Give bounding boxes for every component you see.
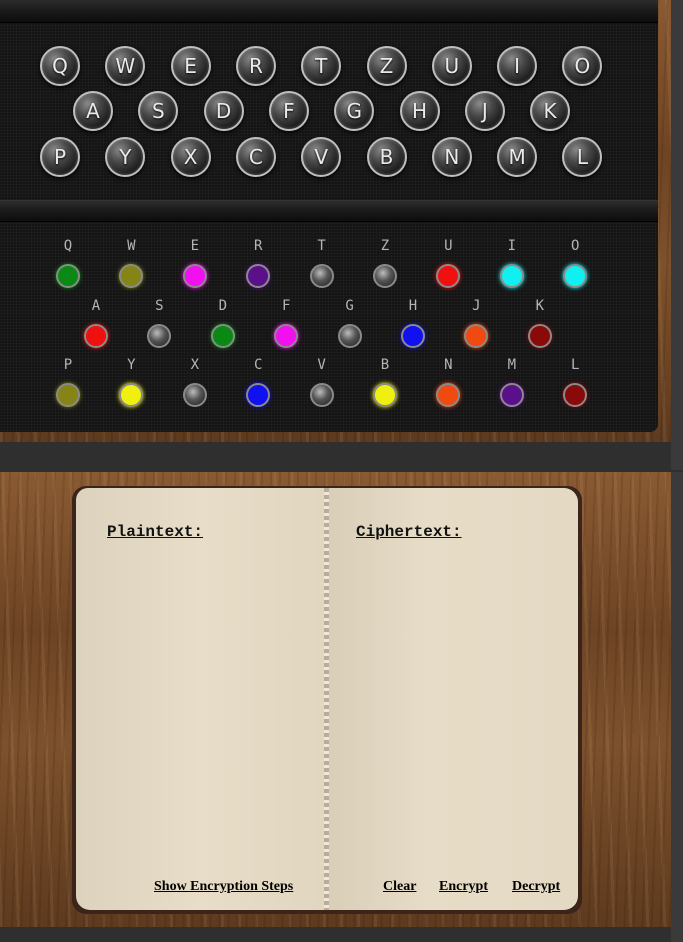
- key-b[interactable]: B: [366, 137, 407, 177]
- lamp-label-w: W: [127, 238, 136, 254]
- machine-side-bar: [671, 0, 683, 470]
- key-c[interactable]: C: [235, 137, 276, 177]
- lamp-label-b: B: [380, 357, 390, 373]
- middle-rail: [0, 200, 658, 222]
- lamp-h: [401, 324, 425, 348]
- lamp-s: [147, 324, 172, 348]
- key-p[interactable]: P: [40, 137, 80, 177]
- lamp-v: [309, 383, 334, 407]
- key-h[interactable]: H: [399, 91, 440, 131]
- key-f[interactable]: F: [268, 91, 309, 131]
- lamp-o: [563, 264, 588, 288]
- lamp-label-s: S: [155, 298, 164, 314]
- desk-side-bar: [671, 472, 683, 942]
- key-w[interactable]: W: [105, 46, 146, 86]
- key-n[interactable]: N: [431, 137, 472, 177]
- show-encryption-steps-button[interactable]: Show Encryption Steps: [154, 879, 293, 895]
- lamp-w: [119, 264, 144, 288]
- lamp-q: [56, 264, 80, 288]
- key-z[interactable]: Z: [366, 46, 407, 86]
- lamp-z: [373, 264, 397, 288]
- key-e[interactable]: E: [170, 46, 211, 86]
- lamp-label-z: Z: [380, 238, 390, 254]
- lamp-x: [182, 383, 207, 407]
- lamp-label-y: Y: [127, 357, 136, 373]
- lamp-f: [274, 324, 299, 348]
- lamp-label-o: O: [570, 238, 580, 254]
- lamp-c: [246, 383, 271, 407]
- lamp-y: [119, 383, 144, 407]
- key-q[interactable]: Q: [40, 46, 80, 86]
- lamp-m: [499, 383, 524, 407]
- plaintext-heading: Plaintext:: [107, 523, 204, 541]
- key-m[interactable]: M: [497, 137, 538, 177]
- key-i[interactable]: I: [497, 46, 538, 86]
- lamp-t: [309, 264, 334, 288]
- key-s[interactable]: S: [138, 91, 179, 131]
- lamp-label-n: N: [444, 357, 453, 373]
- lamp-label-l: L: [570, 357, 580, 373]
- lamp-label-k: K: [535, 298, 545, 314]
- lamp-n: [436, 383, 461, 407]
- plaintext-page[interactable]: [76, 488, 326, 910]
- key-l[interactable]: L: [562, 137, 603, 177]
- lamp-k: [527, 324, 552, 348]
- lamp-label-c: C: [253, 357, 263, 373]
- key-x[interactable]: X: [170, 137, 211, 177]
- lamp-e: [182, 264, 207, 288]
- key-u[interactable]: U: [431, 46, 472, 86]
- lamp-label-i: I: [507, 238, 517, 254]
- lamp-label-f: F: [281, 298, 291, 314]
- lamp-l: [563, 383, 588, 407]
- lamp-b: [373, 383, 397, 407]
- ciphertext-heading: Ciphertext:: [356, 523, 462, 541]
- lamp-i: [499, 264, 524, 288]
- key-d[interactable]: D: [203, 91, 244, 131]
- lamp-label-u: U: [444, 238, 453, 254]
- lamp-label-h: H: [408, 298, 418, 314]
- lamp-label-e: E: [190, 238, 200, 254]
- lamp-label-g: G: [345, 298, 354, 314]
- key-t[interactable]: T: [301, 46, 342, 86]
- clear-button[interactable]: Clear: [383, 879, 416, 895]
- key-v[interactable]: V: [301, 137, 342, 177]
- key-g[interactable]: G: [334, 91, 375, 131]
- lamp-r: [246, 264, 271, 288]
- ciphertext-page: [328, 488, 578, 910]
- lamp-u: [436, 264, 461, 288]
- lamp-label-a: A: [91, 298, 101, 314]
- decrypt-button[interactable]: Decrypt: [512, 879, 560, 895]
- key-k[interactable]: K: [530, 91, 571, 131]
- notebook-spine: [324, 488, 329, 910]
- lamp-label-r: R: [253, 238, 263, 254]
- lamp-label-q: Q: [63, 238, 73, 254]
- enigma-machine: QWERTZUIOASDFGHJKPYXCVBNML QWERTZUIOASDF…: [0, 0, 658, 432]
- lamp-d: [210, 324, 235, 348]
- lamp-label-t: T: [317, 238, 326, 254]
- key-a[interactable]: A: [73, 91, 113, 131]
- lamp-label-m: M: [507, 357, 517, 373]
- lamp-label-v: V: [317, 357, 326, 373]
- lamp-label-d: D: [218, 298, 228, 314]
- key-r[interactable]: R: [235, 46, 276, 86]
- key-y[interactable]: Y: [105, 137, 146, 177]
- key-o[interactable]: O: [562, 46, 603, 86]
- lamp-label-x: X: [190, 357, 200, 373]
- key-j[interactable]: J: [464, 91, 505, 131]
- lamp-label-p: P: [63, 357, 73, 373]
- lamp-a: [84, 324, 108, 348]
- lamp-j: [464, 324, 489, 348]
- top-rail: [0, 0, 658, 23]
- lamp-label-j: J: [472, 298, 481, 314]
- lamp-g: [337, 324, 362, 348]
- encrypt-button[interactable]: Encrypt: [439, 879, 488, 895]
- lamp-p: [56, 383, 80, 407]
